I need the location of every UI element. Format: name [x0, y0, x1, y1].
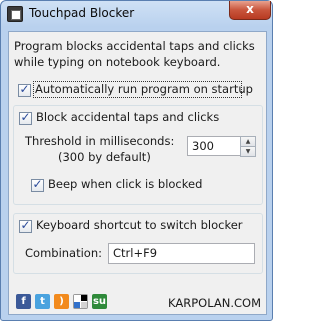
facebook-icon[interactable]: f — [16, 294, 31, 309]
shortcut-checkbox[interactable]: ✓ — [19, 218, 32, 233]
rss-icon[interactable]: ) — [54, 294, 69, 309]
combination-input[interactable]: Ctrl+F9 — [108, 243, 255, 264]
checkmark-icon: ✓ — [19, 82, 30, 96]
block-taps-checkbox[interactable]: ✓ — [19, 110, 32, 125]
spin-down-button[interactable]: ▼ — [240, 146, 256, 157]
stumbleupon-icon[interactable]: su — [92, 294, 107, 309]
threshold-input[interactable]: 300 — [187, 136, 244, 156]
threshold-default-note: (300 by default) — [58, 150, 151, 164]
checkmark-icon: ✓ — [20, 110, 31, 124]
app-icon — [7, 6, 23, 22]
autorun-label[interactable]: Automatically run program on startup — [35, 82, 253, 96]
window-title: Touchpad Blocker — [29, 6, 135, 20]
shortcut-group: ✓ Keyboard shortcut to switch blocker Co… — [13, 213, 263, 274]
shortcut-label[interactable]: Keyboard shortcut to switch blocker — [36, 218, 243, 232]
delicious-icon[interactable] — [73, 294, 88, 309]
app-window: Touchpad Blocker x Program blocks accide… — [0, 0, 273, 321]
website-link[interactable]: KARPOLAN.COM — [168, 296, 261, 310]
client-area: Program blocks accidental taps and click… — [8, 31, 267, 315]
description-text: Program blocks accidental taps and click… — [14, 39, 255, 69]
beep-label[interactable]: Beep when click is blocked — [48, 177, 202, 191]
close-button[interactable]: x — [229, 1, 271, 20]
twitter-icon[interactable]: t — [35, 294, 50, 309]
combination-label: Combination: — [25, 246, 103, 260]
title-bar[interactable]: Touchpad Blocker x — [1, 1, 272, 27]
checkmark-icon: ✓ — [20, 218, 31, 232]
autorun-checkbox[interactable]: ✓ — [18, 82, 31, 97]
beep-checkbox[interactable]: ✓ — [31, 177, 44, 192]
block-taps-label[interactable]: Block accidental taps and clicks — [36, 110, 219, 124]
threshold-label: Threshold in milliseconds: — [25, 134, 175, 148]
block-taps-group: ✓ Block accidental taps and clicks Thres… — [13, 105, 263, 205]
checkmark-icon: ✓ — [32, 177, 43, 191]
